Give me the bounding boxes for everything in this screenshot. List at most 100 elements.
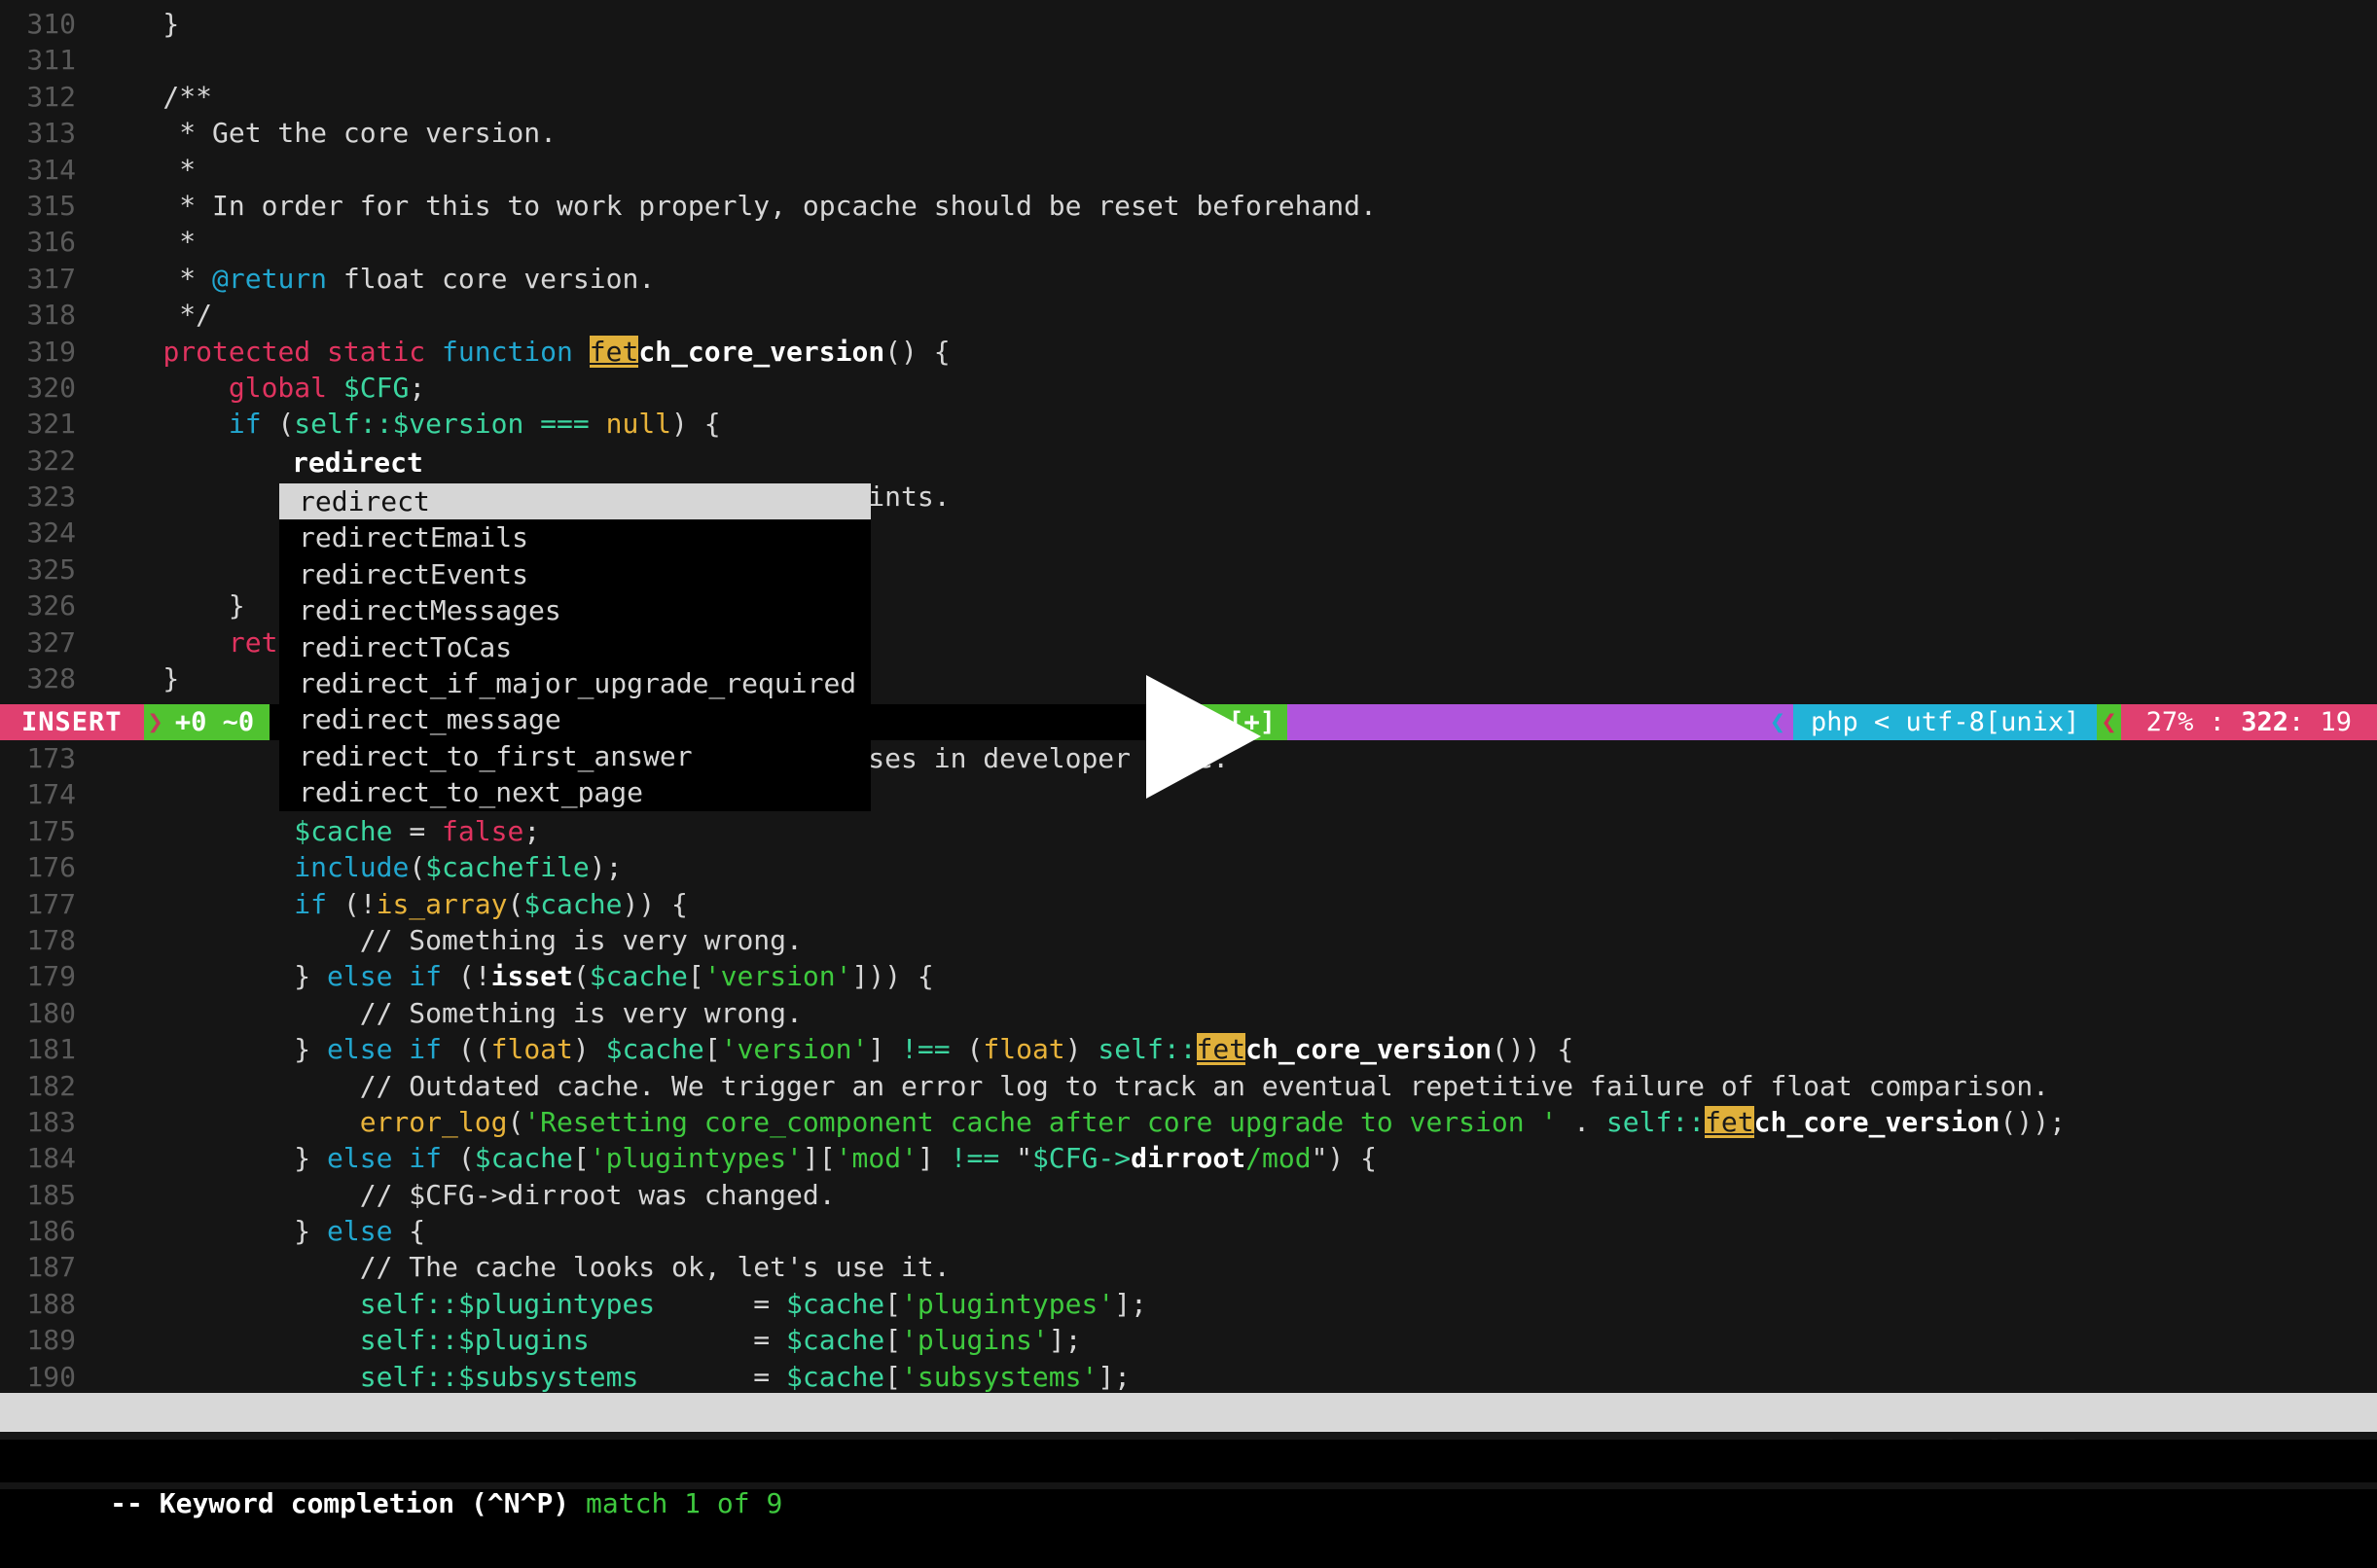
code-token: ) { [671, 408, 721, 440]
code-line[interactable]: 181 } else if ((float) $cache['version']… [0, 1031, 2377, 1067]
code-token: self::$version [294, 408, 523, 440]
code-token: self:: [1098, 1033, 1196, 1065]
line-number-gutter: 314 [0, 152, 76, 188]
code-line[interactable]: 318 */ [0, 297, 2377, 333]
code-line[interactable]: 321 if (self::$version === null) { [0, 406, 2377, 442]
mode-message: -- Keyword completion (^N^P) [110, 1487, 586, 1519]
code-token [97, 408, 229, 440]
match-count: match 1 of 9 [586, 1487, 782, 1519]
code-token: (( [442, 1033, 491, 1065]
code-token: ; [409, 372, 425, 404]
code-token: * [97, 226, 196, 258]
line-number-gutter: 326 [0, 588, 76, 624]
code-token [97, 888, 294, 920]
code-token: 'plugintypes' [901, 1288, 1114, 1320]
code-line[interactable]: 189 self::$plugins = $cache['plugins']; [0, 1322, 2377, 1358]
code-token: error_log [360, 1106, 508, 1138]
line-number-gutter: 184 [0, 1140, 76, 1176]
code-token [425, 815, 442, 847]
line-number-gutter: 182 [0, 1068, 76, 1104]
code-token: else if [327, 1142, 442, 1174]
code-line[interactable]: 177 if (!is_array($cache)) { [0, 886, 2377, 922]
code-token: ") { [1312, 1142, 1377, 1174]
code-line[interactable]: 316 * [0, 224, 2377, 260]
code-token [327, 372, 343, 404]
code-token: else if [327, 1033, 442, 1065]
completion-item[interactable]: redirectEmails [279, 519, 871, 555]
code-line[interactable]: 183 error_log('Resetting core_component … [0, 1104, 2377, 1140]
code-line[interactable]: 312 /** [0, 79, 2377, 115]
line-number-gutter: 323 [0, 479, 76, 515]
code-token: $cache [523, 888, 622, 920]
code-token: false [442, 815, 523, 847]
code-token: [ [884, 1361, 901, 1393]
code-token: } [97, 1142, 327, 1174]
completion-item[interactable]: redirect_message [279, 701, 871, 737]
code-token: $cache [786, 1324, 884, 1356]
line-number-gutter: 177 [0, 886, 76, 922]
code-line[interactable]: 320 global $CFG; [0, 370, 2377, 406]
completion-item[interactable]: redirectToCas [279, 629, 871, 665]
code-line[interactable]: 176 include($cachefile); [0, 849, 2377, 885]
line-number-gutter: 179 [0, 958, 76, 994]
code-token: ( [573, 960, 590, 992]
line-number-gutter: 324 [0, 515, 76, 551]
completion-item[interactable]: redirect [279, 483, 871, 519]
completion-popup-menu[interactable]: redirectredirectEmailsredirectEventsredi… [279, 483, 871, 811]
code-token [97, 372, 229, 404]
code-token: = [655, 1288, 786, 1320]
code-line[interactable]: 190 self::$subsystems = $cache['subsyste… [0, 1359, 2377, 1395]
line-number-gutter: 190 [0, 1359, 76, 1395]
code-line[interactable]: 185 // $CFG->dirroot was changed. [0, 1177, 2377, 1213]
code-token: . [1557, 1106, 1606, 1138]
vim-editor-window: 310 }311312 /**313 * Get the core versio… [0, 0, 2377, 1489]
code-token: [ [688, 960, 704, 992]
editor-canvas[interactable]: 310 }311312 /**313 * Get the core versio… [0, 0, 2377, 1489]
code-token: /mod [1245, 1142, 1311, 1174]
code-line[interactable]: 178 // Something is very wrong. [0, 922, 2377, 958]
code-line[interactable]: 180 // Something is very wrong. [0, 995, 2377, 1031]
code-line[interactable]: 310 } [0, 6, 2377, 42]
line-number-gutter: 313 [0, 115, 76, 151]
completion-item[interactable]: redirectEvents [279, 556, 871, 592]
code-line[interactable]: 314 * [0, 152, 2377, 188]
line-number-gutter: 186 [0, 1213, 76, 1249]
scroll-percent: 27% [2146, 704, 2194, 740]
code-token: ( [442, 1142, 475, 1174]
completion-item[interactable]: redirect_to_first_answer [279, 738, 871, 774]
completion-item[interactable]: redirect_to_next_page [279, 774, 871, 810]
code-line[interactable]: 184 } else if ($cache['plugintypes']['mo… [0, 1140, 2377, 1176]
code-token: $cache [606, 1033, 704, 1065]
completion-item[interactable]: redirectMessages [279, 592, 871, 628]
line-number-gutter: 181 [0, 1031, 76, 1067]
code-line[interactable]: 187 // The cache looks ok, let's use it. [0, 1249, 2377, 1285]
code-line[interactable]: 188 self::$plugintypes = $cache['plugint… [0, 1286, 2377, 1322]
code-line[interactable]: 319 protected static function fetch_core… [0, 334, 2377, 370]
code-line[interactable]: 315 * In order for this to work properly… [0, 188, 2377, 224]
code-token: function [442, 336, 573, 368]
code-token: null [606, 408, 671, 440]
code-line[interactable]: 313 * Get the core version. [0, 115, 2377, 151]
code-token: 'subsystems' [901, 1361, 1098, 1393]
code-token: " [999, 1142, 1032, 1174]
code-token: )) { [622, 888, 687, 920]
code-line[interactable]: 175 $cache = false; [0, 813, 2377, 849]
code-token [523, 408, 540, 440]
code-line[interactable]: 179 } else if (!isset($cache['version'])… [0, 958, 2377, 994]
code-line[interactable]: 317 * @return float core version. [0, 261, 2377, 297]
code-line[interactable]: 186 } else { [0, 1213, 2377, 1249]
code-line[interactable]: 311 [0, 42, 2377, 78]
code-token: ] [868, 1033, 901, 1065]
line-number-gutter: 178 [0, 922, 76, 958]
code-token: !== [951, 1142, 1000, 1174]
code-token: 'plugins' [901, 1324, 1049, 1356]
code-line[interactable]: 182 // Outdated cache. We trigger an err… [0, 1068, 2377, 1104]
line-number-gutter: 318 [0, 297, 76, 333]
code-token: ]; [1049, 1324, 1082, 1356]
completion-item[interactable]: redirect_if_major_upgrade_required [279, 665, 871, 701]
code-token: ]; [1098, 1361, 1131, 1393]
position-colon: : [2193, 704, 2241, 740]
code-token: 'version' [704, 960, 852, 992]
code-buffer-bottom[interactable]: 173 sses in developer mode.174175 $cache… [0, 740, 2377, 1395]
code-token: // Outdated cache. We trigger an error l… [97, 1070, 2049, 1102]
